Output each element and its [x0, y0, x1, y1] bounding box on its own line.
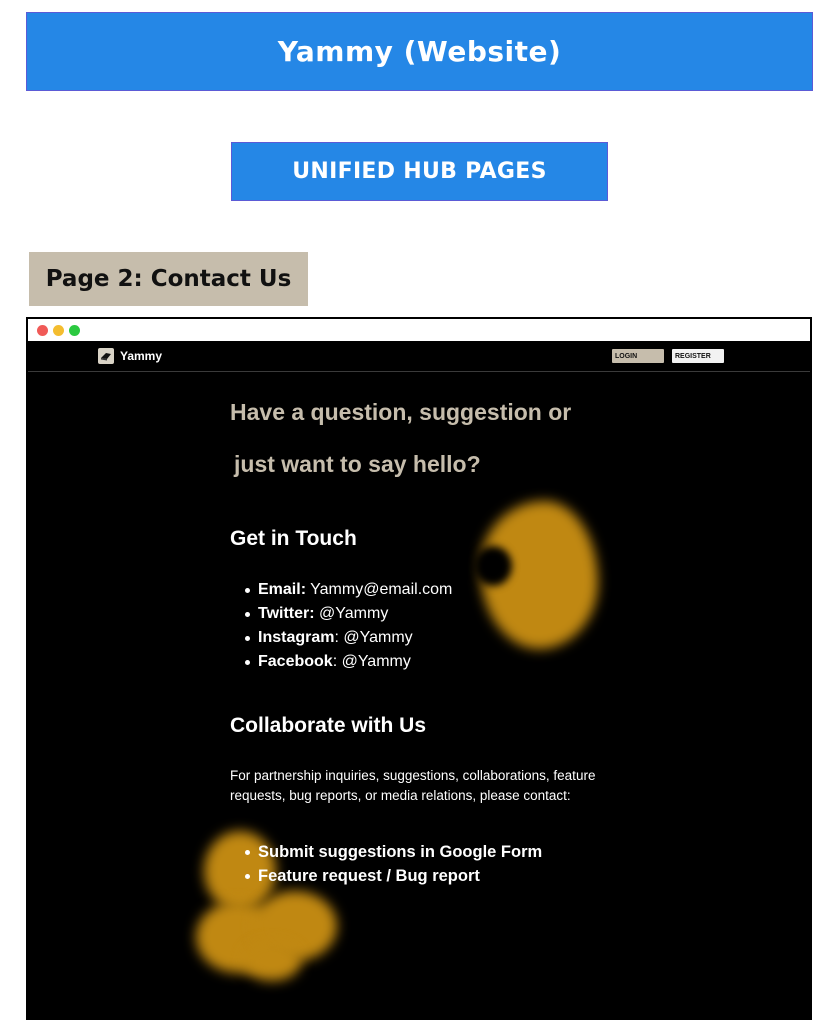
hero-heading-line-1: Have a question, suggestion or — [230, 399, 572, 425]
browser-titlebar — [28, 319, 810, 341]
contact-content: Have a question, suggestion or just want… — [28, 341, 810, 1018]
collaborate-links: Submit suggestions in Google Form Featur… — [244, 840, 542, 888]
decorative-blob-left-d — [243, 941, 301, 981]
google-form-link[interactable]: Submit suggestions in Google Form — [244, 840, 542, 864]
contact-email[interactable]: Email: Yammy@email.com — [244, 578, 452, 602]
hero-heading-line-2: just want to say hello? — [234, 451, 481, 477]
website-page: Yammy LOGIN REGISTER Have a question, su… — [28, 341, 810, 1018]
browser-window: Yammy LOGIN REGISTER Have a question, su… — [26, 317, 812, 1020]
collaborate-description: For partnership inquiries, suggestions, … — [230, 768, 596, 803]
maximize-window-dot[interactable] — [69, 325, 80, 336]
contact-list: Email: Yammy@email.com Twitter: @Yammy I… — [244, 578, 452, 674]
close-window-dot[interactable] — [37, 325, 48, 336]
decorative-blob-right-notch — [474, 546, 512, 586]
presentation-title-banner: Yammy (Website) — [26, 12, 813, 91]
bug-report-link[interactable]: Feature request / Bug report — [244, 864, 542, 888]
page-label-text: Page 2: Contact Us — [45, 266, 292, 292]
page-label: Page 2: Contact Us — [29, 252, 308, 306]
presentation-title: Yammy (Website) — [277, 35, 562, 68]
minimize-window-dot[interactable] — [53, 325, 64, 336]
contact-facebook[interactable]: Facebook: @Yammy — [244, 650, 452, 674]
contact-twitter[interactable]: Twitter: @Yammy — [244, 602, 452, 626]
section-banner: UNIFIED HUB PAGES — [231, 142, 608, 201]
get-in-touch-heading: Get in Touch — [230, 527, 357, 550]
section-title: UNIFIED HUB PAGES — [292, 159, 547, 184]
contact-instagram[interactable]: Instagram: @Yammy — [244, 626, 452, 650]
collaborate-heading: Collaborate with Us — [230, 714, 427, 737]
